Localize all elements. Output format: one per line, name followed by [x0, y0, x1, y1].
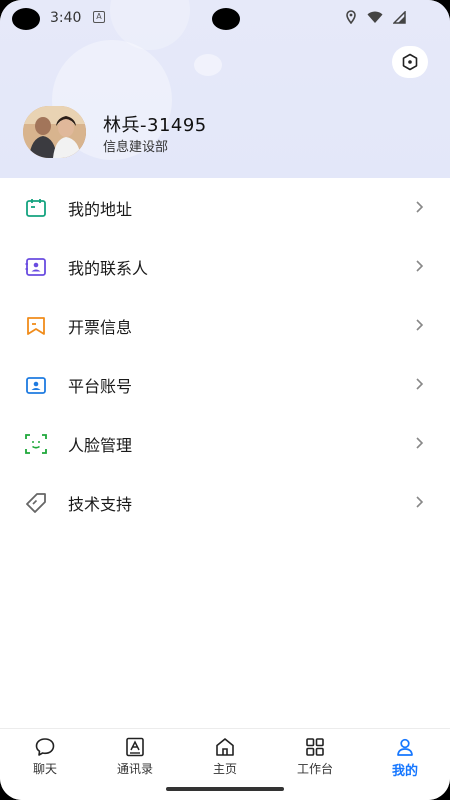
system-icons: [345, 10, 406, 24]
menu-label: 我的联系人: [68, 259, 149, 278]
menu-item-invoice[interactable]: 开票信息: [0, 296, 450, 355]
chevron-right-icon: [416, 201, 424, 213]
home-indicator[interactable]: [166, 787, 284, 791]
tab-label: 我的: [391, 764, 418, 779]
tab-mine[interactable]: 我的: [360, 729, 450, 800]
profile-screen: 3:40 A 林兵-31495 信息建设部 我的地址 我的联系人 开票信息 平台…: [0, 0, 450, 800]
avatar[interactable]: [23, 106, 86, 158]
menu-item-tech-support[interactable]: 技术支持: [0, 473, 450, 532]
menu-label: 人脸管理: [68, 436, 133, 455]
tab-label: 通讯录: [116, 762, 153, 776]
face-scan-icon: [25, 434, 47, 454]
tab-label: 工作台: [296, 762, 333, 776]
signal-icon: [393, 10, 406, 24]
settings-button[interactable]: [392, 46, 428, 78]
location-icon: [346, 10, 356, 24]
chevron-right-icon: [416, 437, 424, 449]
contact-card-icon: [25, 258, 46, 276]
tag-icon: [26, 493, 46, 513]
wifi-icon: [367, 11, 383, 23]
user-icon: [397, 738, 413, 756]
camera-cutout: [12, 8, 40, 30]
menu-label: 开票信息: [68, 318, 133, 337]
profile-header: 3:40 A 林兵-31495 信息建设部: [0, 0, 450, 178]
notification-a-icon: A: [93, 11, 105, 23]
account-icon: [26, 377, 46, 394]
avatar-photo: [23, 106, 86, 158]
tab-label: 主页: [212, 762, 237, 776]
profile-menu: 我的地址 我的联系人 开票信息 平台账号 人脸管理 技术支持: [0, 178, 450, 532]
settings-hexagon-icon: [402, 53, 418, 71]
invoice-icon: [27, 317, 45, 335]
chevron-right-icon: [416, 319, 424, 331]
grid-icon: [306, 738, 324, 756]
menu-item-platform-account[interactable]: 平台账号: [0, 355, 450, 414]
menu-item-contacts[interactable]: 我的联系人: [0, 237, 450, 296]
chevron-right-icon: [416, 496, 424, 508]
tab-chat[interactable]: 聊天: [0, 729, 90, 800]
contacts-icon: [126, 737, 144, 757]
menu-label: 技术支持: [68, 495, 133, 514]
decor-bubble: [194, 54, 222, 76]
status-time: 3:40: [50, 10, 82, 26]
menu-label: 平台账号: [68, 377, 133, 396]
menu-label: 我的地址: [68, 200, 133, 219]
menu-item-address[interactable]: 我的地址: [0, 178, 450, 237]
menu-item-face-management[interactable]: 人脸管理: [0, 414, 450, 473]
home-icon: [216, 738, 234, 756]
chat-icon: [35, 738, 55, 756]
user-department: 信息建设部: [103, 140, 169, 155]
tab-label: 聊天: [32, 762, 57, 776]
chevron-right-icon: [416, 378, 424, 390]
address-icon: [26, 199, 46, 217]
chevron-right-icon: [416, 260, 424, 272]
status-bar: 3:40 A: [0, 0, 450, 36]
user-name: 林兵-31495: [103, 115, 207, 136]
camera-cutout: [212, 8, 240, 30]
